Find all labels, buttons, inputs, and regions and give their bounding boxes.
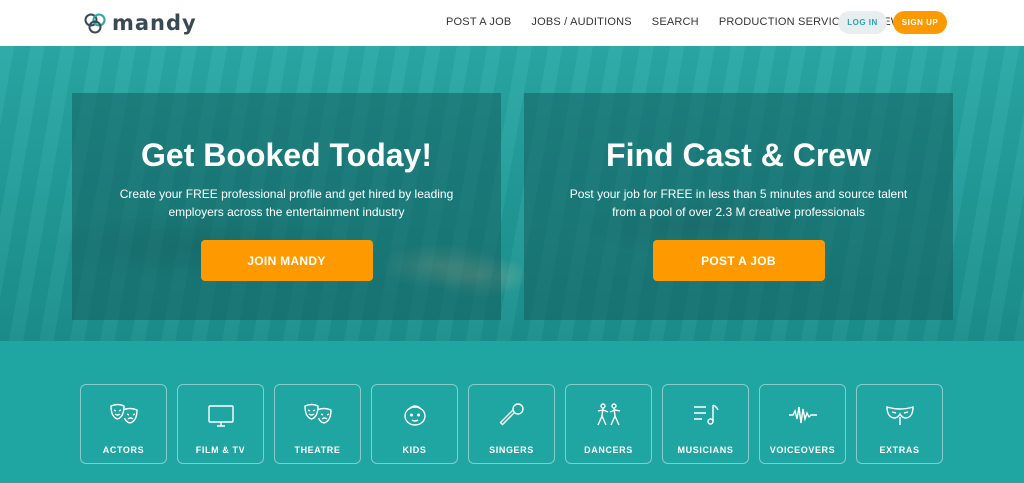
logo-text: mandy [112,11,197,35]
category-label: SINGERS [489,445,534,455]
dancers-icon [597,403,621,426]
talent-card: Get Booked Today! Create your FREE profe… [72,93,501,320]
category-label: EXTRAS [879,445,920,455]
site-header: mandy POST A JOB JOBS / AUDITIONS SEARCH… [0,0,1024,46]
nav-production-services[interactable]: PRODUCTION SERVICES [719,16,855,28]
category-voiceovers[interactable]: VOICEOVERS [759,384,846,464]
category-label: MUSICIANS [677,445,734,455]
theatre-masks-icon [304,403,332,424]
carnival-mask-icon [886,406,914,425]
hiring-card-title: Find Cast & Crew [606,137,871,173]
hero-section: Get Booked Today! Create your FREE profe… [0,46,1024,341]
category-label: FILM & TV [195,445,246,455]
music-note-icon [694,404,719,425]
talent-card-text: Create your FREE professional profile an… [119,187,454,219]
nav-post-a-job[interactable]: POST A JOB [446,16,511,28]
nav-jobs-auditions[interactable]: JOBS / AUDITIONS [531,16,631,28]
post-a-job-button[interactable]: POST A JOB [652,240,825,281]
category-film-tv[interactable]: FILM & TV [177,384,264,464]
talent-card-title: Get Booked Today! [141,137,432,173]
category-singers[interactable]: SINGERS [468,384,555,464]
category-list: ACTORS FILM & TV THEATRE KIDS SINGERS DA… [80,384,953,464]
theatre-masks-icon [110,403,138,424]
category-label: ACTORS [102,445,145,455]
join-mandy-button[interactable]: JOIN MANDY [200,240,373,281]
category-musicians[interactable]: MUSICIANS [662,384,749,464]
category-label: KIDS [402,445,427,455]
category-kids[interactable]: KIDS [371,384,458,464]
tv-icon [208,405,234,427]
category-theatre[interactable]: THEATRE [274,384,361,464]
baby-face-icon [404,405,426,426]
category-extras[interactable]: EXTRAS [856,384,943,464]
category-dancers[interactable]: DANCERS [565,384,652,464]
login-button[interactable]: LOG IN [838,11,887,34]
signup-button[interactable]: SIGN UP [893,11,947,34]
category-label: DANCERS [584,445,633,455]
mandy-logo-icon [84,13,106,34]
microphone-icon [499,403,524,426]
hiring-card-text: Post your job for FREE in less than 5 mi… [569,187,908,219]
soundwave-icon [789,406,817,424]
nav-search[interactable]: SEARCH [652,16,699,28]
hiring-card: Find Cast & Crew Post your job for FREE … [524,93,953,320]
category-actors[interactable]: ACTORS [80,384,167,464]
mandy-logo[interactable]: mandy [84,10,197,36]
category-label: THEATRE [294,445,341,455]
category-label: VOICEOVERS [769,445,836,455]
